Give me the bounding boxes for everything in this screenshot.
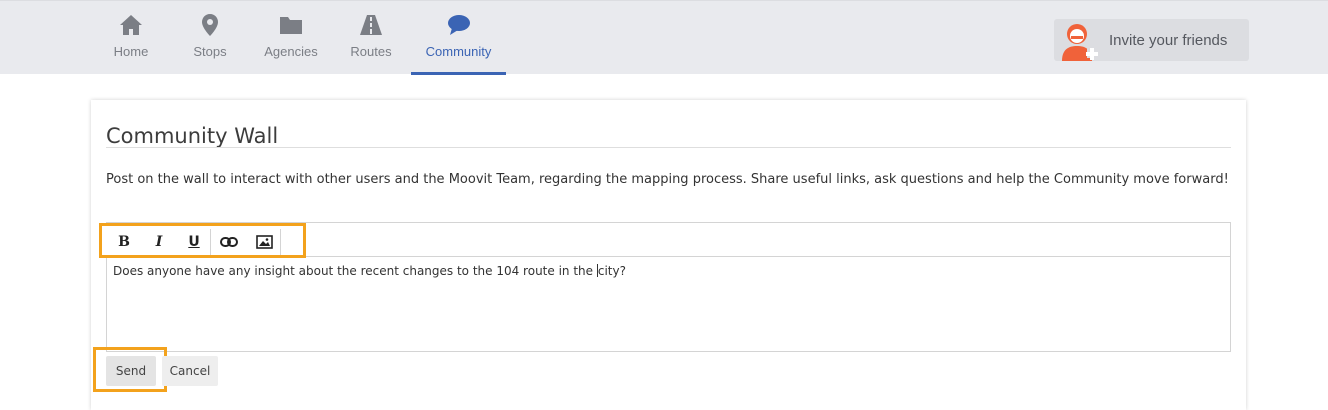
formatting-toolbar: B I U [99, 223, 306, 258]
top-nav-bar: Home Stops Agencies Routes Community Inv… [0, 0, 1328, 75]
invite-friends-button[interactable]: Invite your friends [1054, 19, 1249, 61]
tab-label: Home [113, 44, 149, 59]
send-button[interactable]: Send [106, 356, 156, 386]
page-title: Community Wall [106, 124, 279, 148]
tab-community[interactable]: Community [411, 1, 506, 75]
tab-routes[interactable]: Routes [346, 1, 396, 75]
chat-bubble-icon [447, 15, 470, 35]
tab-stops[interactable]: Stops [186, 1, 234, 75]
wall-description: Post on the wall to interact with other … [106, 172, 1229, 187]
toolbar-divider [210, 229, 211, 255]
tab-label: Routes [350, 44, 392, 59]
message-input[interactable]: Does anyone have any insight about the r… [113, 264, 626, 278]
bold-button[interactable]: B [113, 232, 135, 252]
toolbar-divider [280, 229, 281, 255]
road-icon [360, 15, 382, 35]
link-icon [220, 237, 238, 247]
insert-link-button[interactable] [218, 232, 240, 252]
tab-label: Stops [193, 44, 227, 59]
insert-image-button[interactable] [253, 232, 275, 252]
message-text: Does anyone have any insight about the r… [113, 264, 597, 278]
cancel-button[interactable]: Cancel [162, 356, 218, 386]
active-tab-indicator [411, 72, 506, 75]
tab-label: Community [425, 44, 492, 59]
tab-label: Agencies [264, 44, 318, 59]
underline-button[interactable]: U [183, 232, 205, 252]
message-text-end: city? [597, 264, 626, 278]
map-pin-icon [202, 14, 218, 36]
title-divider [106, 147, 1231, 148]
avatar-add-icon [1062, 24, 1098, 61]
tab-agencies[interactable]: Agencies [262, 1, 320, 75]
image-icon [255, 235, 273, 249]
folder-icon [280, 17, 302, 34]
italic-button[interactable]: I [148, 232, 170, 252]
home-icon [120, 15, 142, 35]
tab-home[interactable]: Home [106, 1, 156, 75]
invite-label: Invite your friends [1109, 32, 1228, 49]
